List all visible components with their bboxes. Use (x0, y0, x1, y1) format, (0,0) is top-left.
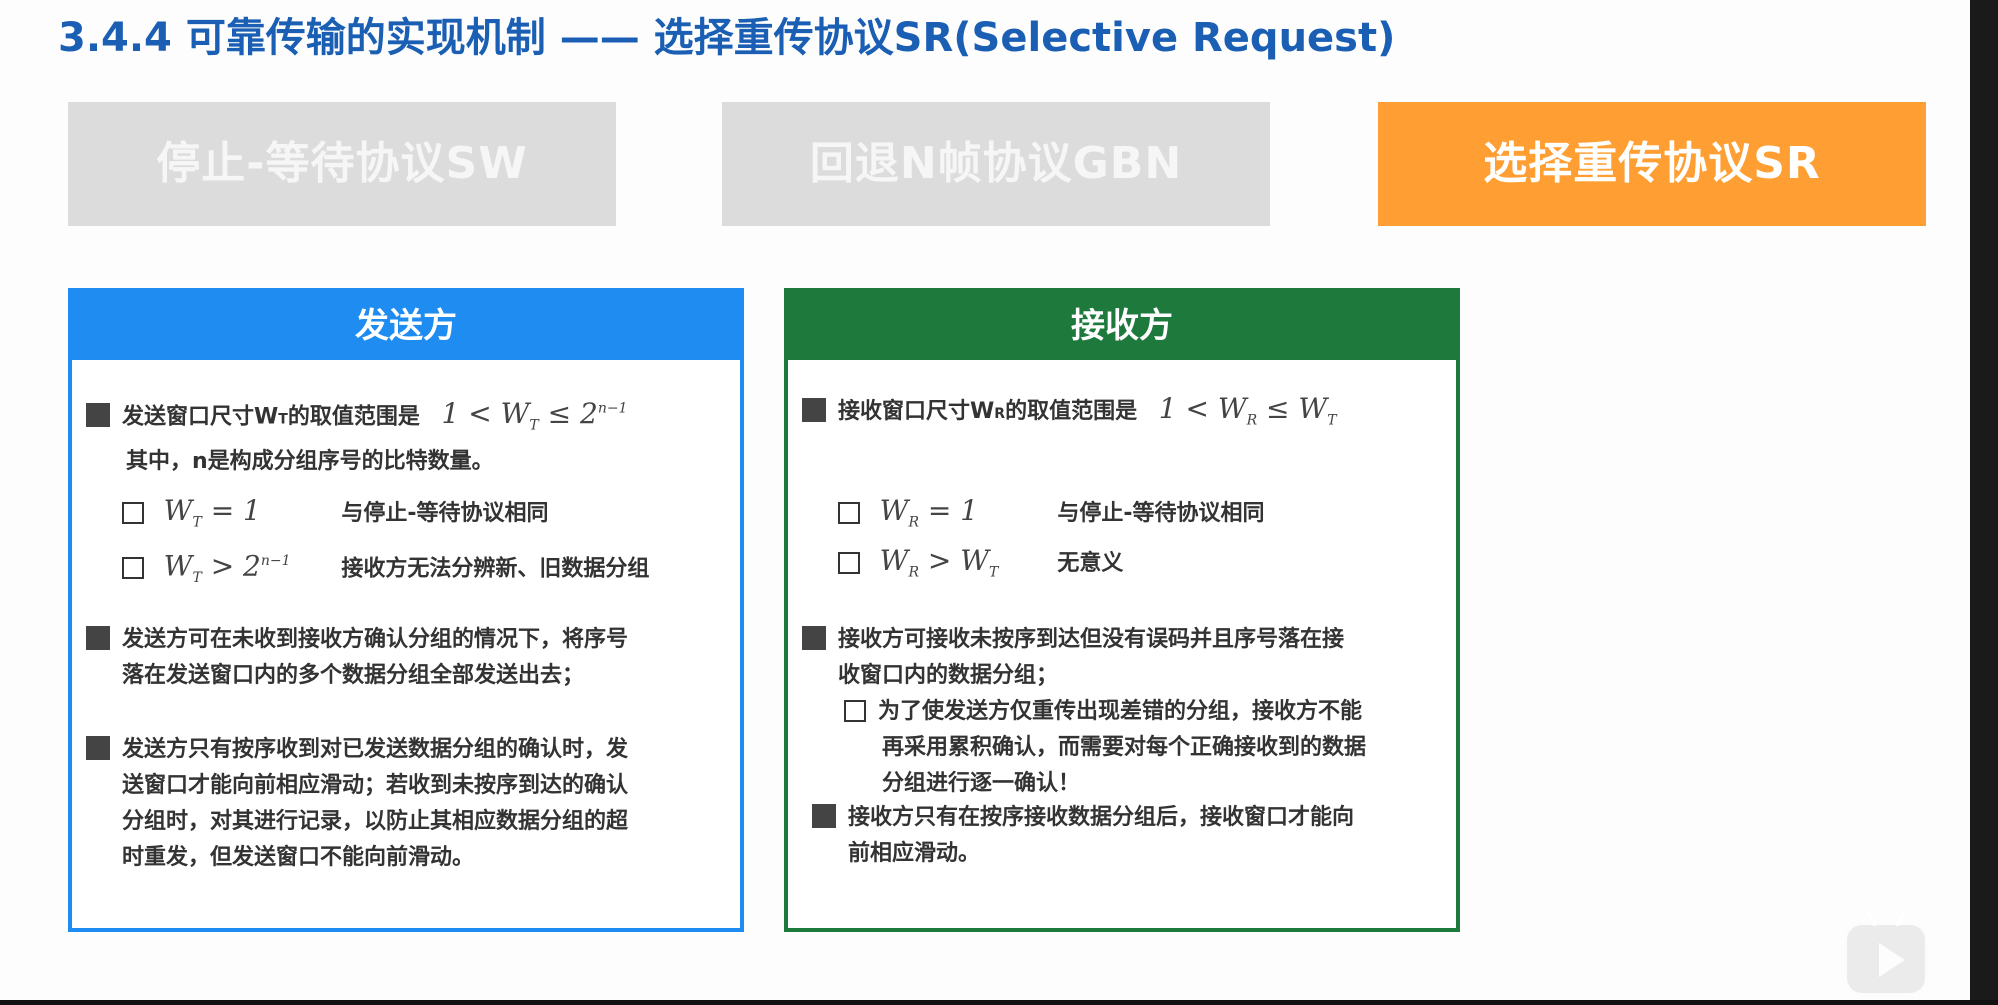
video-play-icon[interactable] (1844, 909, 1928, 996)
receiver-sub-point: 为了使发送方仅重传出现差错的分组，接收方不能 再采用累积确认，而需要对每个正确接… (844, 694, 1366, 802)
sender-range-formula: 1 < WT ≤ 2n−1 (441, 397, 628, 434)
checkbox-icon (122, 502, 144, 524)
sender-case-2-formula: WT > 2n−1 (163, 549, 291, 586)
receiver-case-2-formula: WR > WT (879, 544, 999, 581)
checkbox-icon (844, 700, 866, 722)
right-edge-bar (1970, 0, 1998, 1000)
checkbox-icon (838, 502, 860, 524)
receiver-case-1-desc: 与停止-等待协议相同 (1057, 501, 1265, 526)
sender-case-2: WT > 2n−1 接收方无法分辨新、旧数据分组 (122, 544, 649, 595)
receiver-case-2-desc: 无意义 (1057, 551, 1124, 576)
sender-window-range: 发送窗口尺寸WT的取值范围是 1 < WT ≤ 2n−1 (86, 392, 627, 443)
receiver-case-2: WR > WT 无意义 (838, 544, 1123, 590)
bullet-square-icon (802, 626, 826, 650)
tab-stop-and-wait[interactable]: 停止-等待协议SW (68, 102, 616, 226)
checkbox-icon (838, 552, 860, 574)
tab-selective-repeat[interactable]: 选择重传协议SR (1378, 102, 1926, 226)
slide: 3.4.4 可靠传输的实现机制 —— 选择重传协议SR(Selective Re… (0, 0, 1998, 1000)
bullet-square-icon (812, 804, 836, 828)
sender-case-1-formula: WT = 1 (163, 494, 261, 531)
bullet-square-icon (86, 736, 110, 760)
receiver-panel: 接收方 接收窗口尺寸WR的取值范围是 1 < WR ≤ WT WR = 1 与停… (784, 288, 1460, 932)
checkbox-icon (122, 557, 144, 580)
sender-panel: 发送方 发送窗口尺寸WT的取值范围是 1 < WT ≤ 2n−1 其中，n是构成… (68, 288, 744, 932)
sender-case-1: WT = 1 与停止-等待协议相同 (122, 494, 548, 540)
bullet-square-icon (86, 626, 110, 650)
page-title: 3.4.4 可靠传输的实现机制 —— 选择重传协议SR(Selective Re… (58, 15, 1396, 61)
receiver-point-3: 接收方只有在按序接收数据分组后，接收窗口才能向 前相应滑动。 (812, 800, 1354, 872)
sender-point-2: 发送方可在未收到接收方确认分组的情况下，将序号 落在发送窗口内的多个数据分组全部… (86, 622, 628, 694)
receiver-range-formula: 1 < WR ≤ WT (1158, 392, 1337, 429)
tab-go-back-n[interactable]: 回退N帧协议GBN (722, 102, 1270, 226)
sender-header: 发送方 (72, 292, 740, 360)
receiver-point-2: 接收方可接收未按序到达但没有误码并且序号落在接 收窗口内的数据分组； (802, 622, 1344, 694)
receiver-case-1-formula: WR = 1 (879, 494, 979, 531)
bullet-square-icon (86, 403, 110, 428)
receiver-header: 接收方 (788, 292, 1456, 360)
sender-case-2-desc: 接收方无法分辨新、旧数据分组 (341, 556, 650, 582)
bullet-square-icon (802, 398, 826, 422)
receiver-window-range: 接收窗口尺寸WR的取值范围是 1 < WR ≤ WT (802, 392, 1337, 438)
sender-point-3: 发送方只有按序收到对已发送数据分组的确认时，发 送窗口才能向前相应滑动；若收到未… (86, 732, 628, 876)
sender-case-1-desc: 与停止-等待协议相同 (341, 501, 549, 526)
sender-note: 其中，n是构成分组序号的比特数量。 (126, 449, 494, 474)
receiver-case-1: WR = 1 与停止-等待协议相同 (838, 494, 1264, 540)
